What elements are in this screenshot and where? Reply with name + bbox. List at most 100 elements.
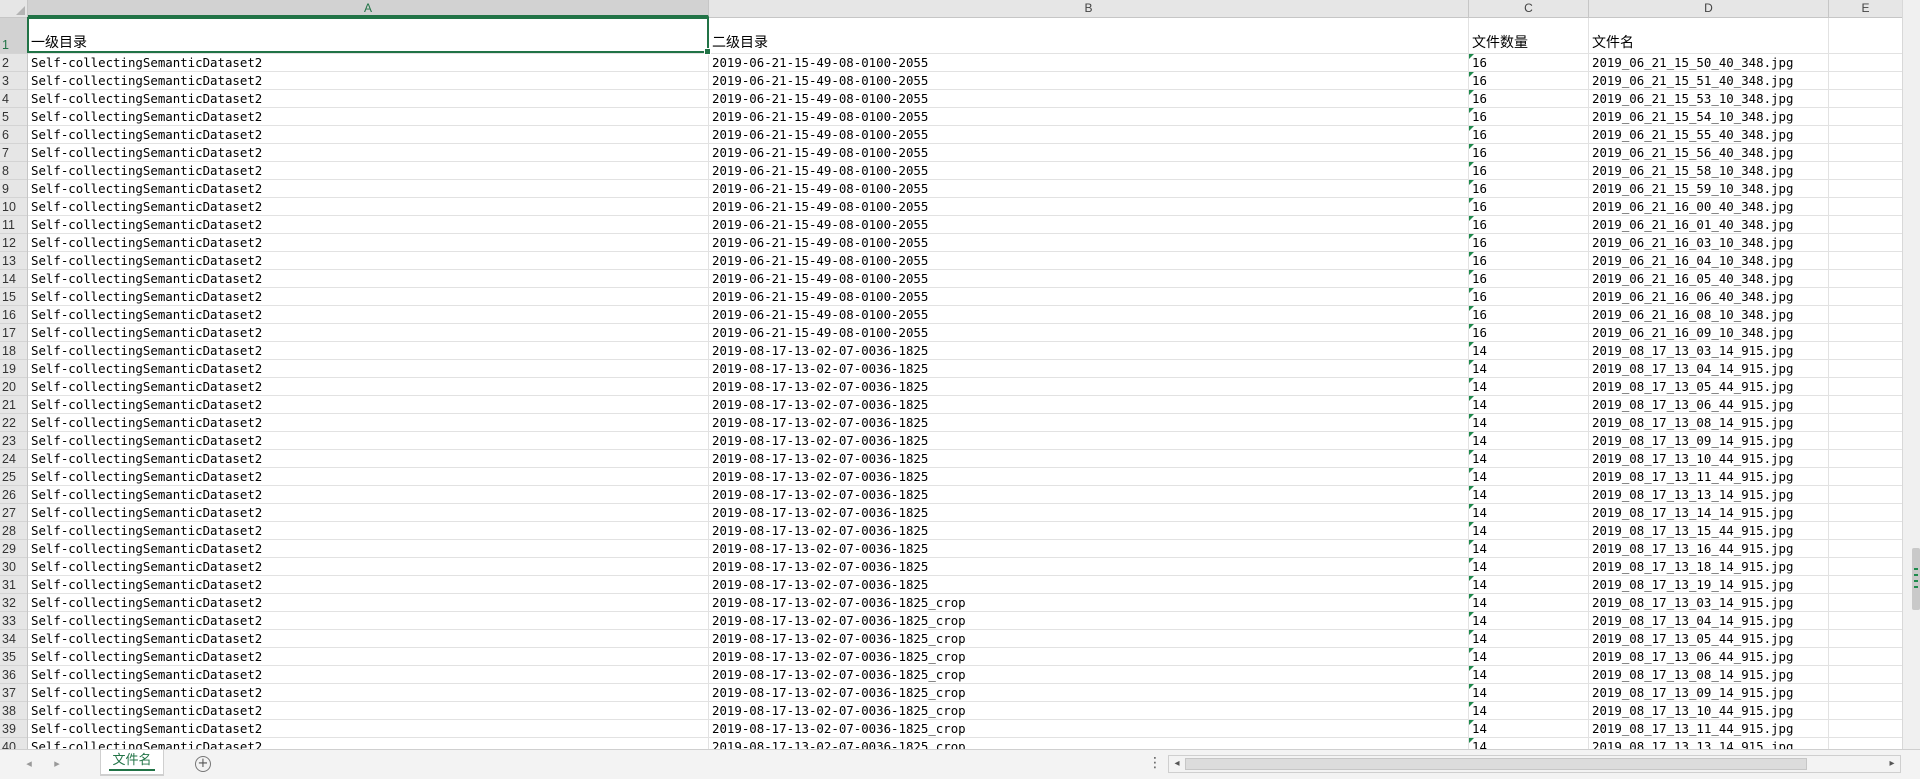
cell-level2-dir[interactable]: 2019-08-17-13-02-07-0036-1825 [709,378,1469,395]
cell-file-name[interactable]: 2019_08_17_13_10_44_915.jpg [1589,450,1829,467]
row-header[interactable]: 8 [0,162,27,180]
row-header[interactable]: 30 [0,558,27,576]
cell-file-name[interactable]: 2019_08_17_13_15_44_915.jpg [1589,522,1829,539]
cell-empty-e[interactable] [1829,630,1903,647]
cell-empty-e[interactable] [1829,432,1903,449]
cell-empty-e[interactable] [1829,558,1903,575]
row-header[interactable]: 18 [0,342,27,360]
cell-level2-dir[interactable]: 2019-08-17-13-02-07-0036-1825_crop [709,594,1469,611]
fill-handle[interactable] [704,48,711,55]
cell-file-count[interactable]: 14 [1469,648,1589,665]
cell-level2-dir[interactable]: 2019-06-21-15-49-08-0100-2055 [709,216,1469,233]
cell-level1-dir[interactable]: Self-collectingSemanticDataset2 [28,288,709,305]
cell-empty-e[interactable] [1829,720,1903,737]
cell-file-count[interactable]: 14 [1469,486,1589,503]
cell-file-count[interactable]: 14 [1469,666,1589,683]
row-header[interactable]: 19 [0,360,27,378]
row-header[interactable]: 25 [0,468,27,486]
cell-level1-dir[interactable]: Self-collectingSemanticDataset2 [28,450,709,467]
cell-empty-e[interactable] [1829,594,1903,611]
row-header[interactable]: 3 [0,72,27,90]
cell-file-name[interactable]: 2019_06_21_16_04_10_348.jpg [1589,252,1829,269]
cell-file-name[interactable]: 2019_08_17_13_03_14_915.jpg [1589,342,1829,359]
cell-level1-dir[interactable]: Self-collectingSemanticDataset2 [28,72,709,89]
cell-level1-dir[interactable]: Self-collectingSemanticDataset2 [28,90,709,107]
row-header[interactable]: 5 [0,108,27,126]
row-header[interactable]: 22 [0,414,27,432]
cell-file-count[interactable]: 16 [1469,72,1589,89]
cell-file-count[interactable]: 16 [1469,180,1589,197]
cell-level1-dir[interactable]: Self-collectingSemanticDataset2 [28,126,709,143]
cell-empty-e[interactable] [1829,396,1903,413]
cell-level1-dir[interactable]: Self-collectingSemanticDataset2 [28,54,709,71]
cell-empty-e[interactable] [1829,450,1903,467]
cell-empty-e[interactable] [1829,702,1903,719]
cell-file-count[interactable]: 16 [1469,234,1589,251]
cell-file-name[interactable]: 2019_08_17_13_10_44_915.jpg [1589,702,1829,719]
row-header[interactable]: 11 [0,216,27,234]
scroll-right-icon[interactable]: ▸ [1885,757,1899,771]
cell-empty-e[interactable] [1829,360,1903,377]
cell-empty-e[interactable] [1829,288,1903,305]
cell-file-name[interactable]: 2019_08_17_13_18_14_915.jpg [1589,558,1829,575]
cell-file-count[interactable]: 16 [1469,54,1589,71]
cell-file-count[interactable]: 14 [1469,684,1589,701]
cell-level2-dir[interactable]: 2019-08-17-13-02-07-0036-1825_crop [709,702,1469,719]
header-cell-col-d[interactable]: 文件名 [1589,18,1829,53]
cell-file-name[interactable]: 2019_06_21_15_59_10_348.jpg [1589,180,1829,197]
cell-file-name[interactable]: 2019_08_17_13_08_14_915.jpg [1589,414,1829,431]
cell-empty-e[interactable] [1829,414,1903,431]
cell-level2-dir[interactable]: 2019-08-17-13-02-07-0036-1825 [709,360,1469,377]
cell-empty-e[interactable] [1829,198,1903,215]
next-sheet-icon[interactable]: ▸ [50,757,64,771]
cell-level1-dir[interactable]: Self-collectingSemanticDataset2 [28,738,709,749]
cell-empty-e[interactable] [1829,342,1903,359]
column-header-a[interactable]: A [28,0,709,17]
cell-file-count[interactable]: 16 [1469,90,1589,107]
cell-file-name[interactable]: 2019_08_17_13_04_14_915.jpg [1589,360,1829,377]
cell-empty-e[interactable] [1829,72,1903,89]
cell-level1-dir[interactable]: Self-collectingSemanticDataset2 [28,504,709,521]
cell-level1-dir[interactable]: Self-collectingSemanticDataset2 [28,702,709,719]
cell-level1-dir[interactable]: Self-collectingSemanticDataset2 [28,432,709,449]
vertical-scrollbar[interactable] [1902,0,1920,749]
row-header[interactable]: 39 [0,720,27,738]
row-header[interactable]: 29 [0,540,27,558]
cell-file-count[interactable]: 16 [1469,288,1589,305]
cell-level2-dir[interactable]: 2019-06-21-15-49-08-0100-2055 [709,198,1469,215]
cell-file-count[interactable]: 14 [1469,468,1589,485]
cell-file-count[interactable]: 16 [1469,126,1589,143]
cell-level2-dir[interactable]: 2019-08-17-13-02-07-0036-1825_crop [709,666,1469,683]
cell-level1-dir[interactable]: Self-collectingSemanticDataset2 [28,396,709,413]
cell-empty-e[interactable] [1829,666,1903,683]
row-header[interactable]: 38 [0,702,27,720]
cell-file-name[interactable]: 2019_08_17_13_09_14_915.jpg [1589,684,1829,701]
cell-empty-e[interactable] [1829,522,1903,539]
cell-file-name[interactable]: 2019_06_21_15_55_40_348.jpg [1589,126,1829,143]
cell-level1-dir[interactable]: Self-collectingSemanticDataset2 [28,162,709,179]
row-header[interactable]: 6 [0,126,27,144]
cell-file-count[interactable]: 16 [1469,270,1589,287]
header-cell-col-e[interactable] [1829,18,1903,53]
cell-level1-dir[interactable]: Self-collectingSemanticDataset2 [28,666,709,683]
row-header[interactable]: 35 [0,648,27,666]
row-header[interactable]: 37 [0,684,27,702]
cell-level2-dir[interactable]: 2019-08-17-13-02-07-0036-1825_crop [709,630,1469,647]
row-header[interactable]: 33 [0,612,27,630]
row-header[interactable]: 32 [0,594,27,612]
cell-level1-dir[interactable]: Self-collectingSemanticDataset2 [28,522,709,539]
cell-level1-dir[interactable]: Self-collectingSemanticDataset2 [28,198,709,215]
cell-level1-dir[interactable]: Self-collectingSemanticDataset2 [28,378,709,395]
cell-level1-dir[interactable]: Self-collectingSemanticDataset2 [28,252,709,269]
row-header[interactable]: 4 [0,90,27,108]
cell-level1-dir[interactable]: Self-collectingSemanticDataset2 [28,720,709,737]
row-header[interactable]: 31 [0,576,27,594]
cell-file-name[interactable]: 2019_06_21_15_56_40_348.jpg [1589,144,1829,161]
cell-level2-dir[interactable]: 2019-08-17-13-02-07-0036-1825_crop [709,612,1469,629]
cell-file-name[interactable]: 2019_08_17_13_05_44_915.jpg [1589,630,1829,647]
cell-file-name[interactable]: 2019_06_21_16_00_40_348.jpg [1589,198,1829,215]
row-header[interactable]: 24 [0,450,27,468]
cell-file-name[interactable]: 2019_08_17_13_13_14_915.jpg [1589,738,1829,749]
cell-file-count[interactable]: 16 [1469,198,1589,215]
cell-file-count[interactable]: 14 [1469,540,1589,557]
